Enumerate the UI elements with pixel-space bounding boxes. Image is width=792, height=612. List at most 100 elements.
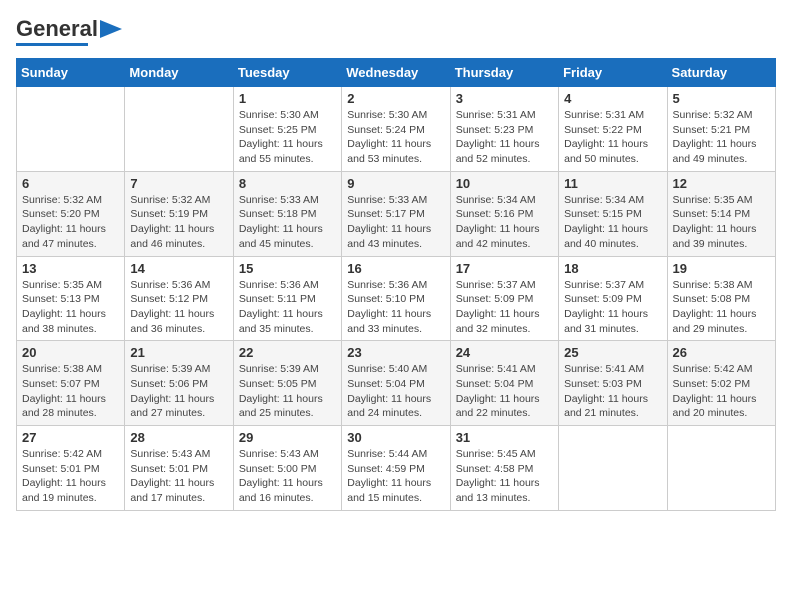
day-info: Sunrise: 5:37 AMSunset: 5:09 PMDaylight:… xyxy=(564,278,661,337)
day-info: Sunrise: 5:43 AMSunset: 5:01 PMDaylight:… xyxy=(130,447,227,506)
day-number: 8 xyxy=(239,176,336,191)
calendar-cell: 1 Sunrise: 5:30 AMSunset: 5:25 PMDaylight… xyxy=(233,87,341,172)
day-info: Sunrise: 5:31 AMSunset: 5:23 PMDaylight:… xyxy=(456,108,553,167)
weekday-header-wednesday: Wednesday xyxy=(342,59,450,87)
day-number: 16 xyxy=(347,261,444,276)
calendar-cell: 25 Sunrise: 5:41 AMSunset: 5:03 PMDayligh… xyxy=(559,341,667,426)
weekday-header-friday: Friday xyxy=(559,59,667,87)
day-info: Sunrise: 5:40 AMSunset: 5:04 PMDaylight:… xyxy=(347,362,444,421)
calendar-cell: 7 Sunrise: 5:32 AMSunset: 5:19 PMDaylight… xyxy=(125,171,233,256)
day-number: 24 xyxy=(456,345,553,360)
calendar-cell xyxy=(17,87,125,172)
calendar-header-row: SundayMondayTuesdayWednesdayThursdayFrid… xyxy=(17,59,776,87)
day-number: 18 xyxy=(564,261,661,276)
day-number: 3 xyxy=(456,91,553,106)
calendar-cell: 29 Sunrise: 5:43 AMSunset: 5:00 PMDayligh… xyxy=(233,426,341,511)
day-number: 10 xyxy=(456,176,553,191)
weekday-header-monday: Monday xyxy=(125,59,233,87)
day-info: Sunrise: 5:34 AMSunset: 5:15 PMDaylight:… xyxy=(564,193,661,252)
day-number: 25 xyxy=(564,345,661,360)
day-number: 6 xyxy=(22,176,119,191)
calendar-cell: 17 Sunrise: 5:37 AMSunset: 5:09 PMDayligh… xyxy=(450,256,558,341)
calendar-cell: 5Sunrise: 5:32 AMSunset: 5:21 PMDaylight… xyxy=(667,87,775,172)
calendar-week-row: 20Sunrise: 5:38 AMSunset: 5:07 PMDayligh… xyxy=(17,341,776,426)
calendar-week-row: 27Sunrise: 5:42 AMSunset: 5:01 PMDayligh… xyxy=(17,426,776,511)
calendar-cell xyxy=(559,426,667,511)
day-info: Sunrise: 5:34 AMSunset: 5:16 PMDaylight:… xyxy=(456,193,553,252)
day-info: Sunrise: 5:41 AMSunset: 5:03 PMDaylight:… xyxy=(564,362,661,421)
day-info: Sunrise: 5:36 AMSunset: 5:11 PMDaylight:… xyxy=(239,278,336,337)
day-number: 23 xyxy=(347,345,444,360)
calendar-cell: 31 Sunrise: 5:45 AMSunset: 4:58 PMDayligh… xyxy=(450,426,558,511)
calendar-cell: 26 Sunrise: 5:42 AMSunset: 5:02 PMDayligh… xyxy=(667,341,775,426)
day-number: 30 xyxy=(347,430,444,445)
day-number: 15 xyxy=(239,261,336,276)
day-number: 13 xyxy=(22,261,119,276)
calendar-cell: 2 Sunrise: 5:30 AMSunset: 5:24 PMDaylight… xyxy=(342,87,450,172)
calendar-cell: 14Sunrise: 5:36 AMSunset: 5:12 PMDayligh… xyxy=(125,256,233,341)
calendar-cell: 6 Sunrise: 5:32 AMSunset: 5:20 PMDaylight… xyxy=(17,171,125,256)
calendar-cell: 11 Sunrise: 5:34 AMSunset: 5:15 PMDayligh… xyxy=(559,171,667,256)
calendar-cell: 18 Sunrise: 5:37 AMSunset: 5:09 PMDayligh… xyxy=(559,256,667,341)
calendar-cell: 24 Sunrise: 5:41 AMSunset: 5:04 PMDayligh… xyxy=(450,341,558,426)
day-number: 7 xyxy=(130,176,227,191)
calendar-cell: 30 Sunrise: 5:44 AMSunset: 4:59 PMDayligh… xyxy=(342,426,450,511)
day-info: Sunrise: 5:30 AMSunset: 5:25 PMDaylight:… xyxy=(239,108,336,167)
day-info: Sunrise: 5:33 AMSunset: 5:18 PMDaylight:… xyxy=(239,193,336,252)
day-number: 11 xyxy=(564,176,661,191)
day-number: 2 xyxy=(347,91,444,106)
calendar-cell: 22 Sunrise: 5:39 AMSunset: 5:05 PMDayligh… xyxy=(233,341,341,426)
logo-underline xyxy=(16,43,88,46)
calendar-cell: 21 Sunrise: 5:39 AMSunset: 5:06 PMDayligh… xyxy=(125,341,233,426)
day-number: 31 xyxy=(456,430,553,445)
logo-general: General xyxy=(16,16,98,42)
calendar-cell: 28 Sunrise: 5:43 AMSunset: 5:01 PMDayligh… xyxy=(125,426,233,511)
calendar-cell: 16 Sunrise: 5:36 AMSunset: 5:10 PMDayligh… xyxy=(342,256,450,341)
day-number: 26 xyxy=(673,345,770,360)
day-number: 1 xyxy=(239,91,336,106)
day-info: Sunrise: 5:38 AMSunset: 5:08 PMDaylight:… xyxy=(673,278,770,337)
day-info: Sunrise: 5:39 AMSunset: 5:06 PMDaylight:… xyxy=(130,362,227,421)
day-info: Sunrise: 5:36 AMSunset: 5:10 PMDaylight:… xyxy=(347,278,444,337)
calendar-cell: 23 Sunrise: 5:40 AMSunset: 5:04 PMDayligh… xyxy=(342,341,450,426)
day-number: 4 xyxy=(564,91,661,106)
day-info: Sunrise: 5:30 AMSunset: 5:24 PMDaylight:… xyxy=(347,108,444,167)
day-info: Sunrise: 5:37 AMSunset: 5:09 PMDaylight:… xyxy=(456,278,553,337)
day-info: Sunrise: 5:35 AMSunset: 5:14 PMDaylight:… xyxy=(673,193,770,252)
day-number: 29 xyxy=(239,430,336,445)
calendar-table: SundayMondayTuesdayWednesdayThursdayFrid… xyxy=(16,58,776,511)
day-info: Sunrise: 5:42 AMSunset: 5:02 PMDaylight:… xyxy=(673,362,770,421)
day-number: 17 xyxy=(456,261,553,276)
calendar-week-row: 6 Sunrise: 5:32 AMSunset: 5:20 PMDaylight… xyxy=(17,171,776,256)
weekday-header-saturday: Saturday xyxy=(667,59,775,87)
calendar-cell: 10 Sunrise: 5:34 AMSunset: 5:16 PMDayligh… xyxy=(450,171,558,256)
calendar-cell xyxy=(667,426,775,511)
day-number: 28 xyxy=(130,430,227,445)
day-info: Sunrise: 5:35 AMSunset: 5:13 PMDaylight:… xyxy=(22,278,119,337)
day-info: Sunrise: 5:33 AMSunset: 5:17 PMDaylight:… xyxy=(347,193,444,252)
day-number: 27 xyxy=(22,430,119,445)
day-number: 22 xyxy=(239,345,336,360)
weekday-header-tuesday: Tuesday xyxy=(233,59,341,87)
day-info: Sunrise: 5:32 AMSunset: 5:21 PMDaylight:… xyxy=(673,108,770,167)
calendar-cell: 20Sunrise: 5:38 AMSunset: 5:07 PMDayligh… xyxy=(17,341,125,426)
calendar-cell: 27Sunrise: 5:42 AMSunset: 5:01 PMDayligh… xyxy=(17,426,125,511)
calendar-week-row: 1 Sunrise: 5:30 AMSunset: 5:25 PMDaylight… xyxy=(17,87,776,172)
day-info: Sunrise: 5:31 AMSunset: 5:22 PMDaylight:… xyxy=(564,108,661,167)
logo: General xyxy=(16,16,122,46)
day-info: Sunrise: 5:32 AMSunset: 5:19 PMDaylight:… xyxy=(130,193,227,252)
day-info: Sunrise: 5:39 AMSunset: 5:05 PMDaylight:… xyxy=(239,362,336,421)
day-info: Sunrise: 5:41 AMSunset: 5:04 PMDaylight:… xyxy=(456,362,553,421)
day-info: Sunrise: 5:32 AMSunset: 5:20 PMDaylight:… xyxy=(22,193,119,252)
day-info: Sunrise: 5:36 AMSunset: 5:12 PMDaylight:… xyxy=(130,278,227,337)
weekday-header-thursday: Thursday xyxy=(450,59,558,87)
day-info: Sunrise: 5:44 AMSunset: 4:59 PMDaylight:… xyxy=(347,447,444,506)
day-number: 21 xyxy=(130,345,227,360)
day-info: Sunrise: 5:43 AMSunset: 5:00 PMDaylight:… xyxy=(239,447,336,506)
calendar-cell: 15 Sunrise: 5:36 AMSunset: 5:11 PMDayligh… xyxy=(233,256,341,341)
calendar-cell: 3 Sunrise: 5:31 AMSunset: 5:23 PMDaylight… xyxy=(450,87,558,172)
day-number: 12 xyxy=(673,176,770,191)
calendar-cell: 4 Sunrise: 5:31 AMSunset: 5:22 PMDaylight… xyxy=(559,87,667,172)
day-info: Sunrise: 5:45 AMSunset: 4:58 PMDaylight:… xyxy=(456,447,553,506)
calendar-cell: 13 Sunrise: 5:35 AMSunset: 5:13 PMDayligh… xyxy=(17,256,125,341)
